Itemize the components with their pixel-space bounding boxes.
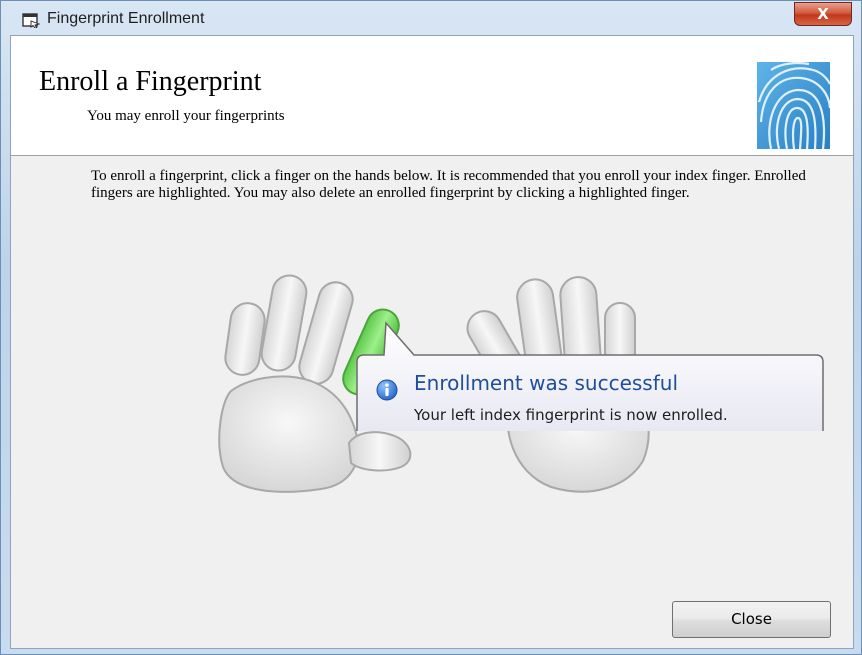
left-thumb[interactable] bbox=[347, 431, 412, 472]
window-title: Fingerprint Enrollment bbox=[47, 10, 205, 27]
info-icon bbox=[376, 379, 398, 401]
page-title: Enroll a Fingerprint bbox=[39, 66, 262, 97]
instructions-text: To enroll a fingerprint, click a finger … bbox=[91, 168, 806, 201]
left-pinky-finger[interactable] bbox=[223, 301, 267, 377]
app-window-icon bbox=[22, 13, 40, 28]
title-bar[interactable]: Fingerprint Enrollment X bbox=[1, 1, 861, 35]
fingerprint-icon bbox=[757, 62, 830, 149]
left-palm bbox=[218, 375, 360, 493]
close-button[interactable]: Close bbox=[672, 601, 831, 638]
page-subtitle: You may enroll your fingerprints bbox=[87, 108, 285, 124]
fingerprint-enrollment-window: Fingerprint Enrollment X Enroll a Finger… bbox=[0, 0, 862, 655]
window-close-button[interactable]: X bbox=[794, 2, 852, 26]
wizard-header: Enroll a Fingerprint You may enroll your… bbox=[11, 36, 853, 156]
close-icon: X bbox=[817, 5, 829, 23]
balloon-title: Enrollment was successful bbox=[414, 371, 679, 395]
balloon-message: Your left index fingerprint is now enrol… bbox=[414, 406, 728, 424]
